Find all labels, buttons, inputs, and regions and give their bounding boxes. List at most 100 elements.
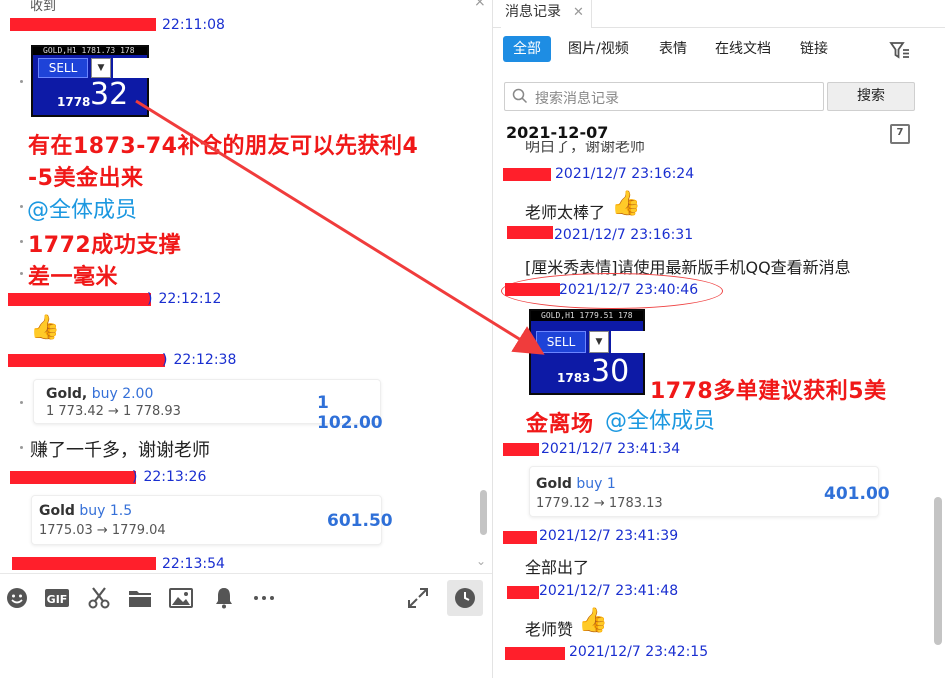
trade-direction: buy 2.00 xyxy=(91,386,154,402)
bell-icon[interactable] xyxy=(211,586,237,612)
message-history-pane: 消息记录 ✕ 全部 图片/视频 表情 在线文档 链接 搜索消息记录 搜索 202… xyxy=(492,0,945,678)
message-timestamp: ) 22:12:12 xyxy=(147,291,222,307)
message-text: 赚了一千多，谢谢老师 xyxy=(30,440,210,461)
tab-bar: 消息记录 ✕ xyxy=(493,0,945,28)
trade-prices: 1775.03 → 1779.04 xyxy=(39,523,166,538)
lot-input xyxy=(611,331,645,353)
price-small: 1783 xyxy=(557,371,591,385)
expand-icon[interactable] xyxy=(405,586,431,612)
message-timestamp: 2021/12/7 23:16:24 xyxy=(555,166,695,182)
trade-card[interactable]: Gold buy 1.5 1775.03 → 1779.04 601.50 xyxy=(31,495,393,545)
tab-links[interactable]: 链接 xyxy=(800,36,828,62)
message-text: 老师赞 xyxy=(525,620,574,639)
price-big: 30 xyxy=(591,354,630,389)
trade-prices: 1 773.42 → 1 778.93 xyxy=(46,404,181,419)
message-timestamp: ) 22:12:38 xyxy=(162,352,237,368)
more-icon[interactable] xyxy=(251,586,277,612)
close-icon[interactable]: × xyxy=(474,0,486,10)
search-icon xyxy=(512,88,528,104)
redacted-sender xyxy=(503,168,551,181)
scrollbar[interactable] xyxy=(934,497,942,645)
redacted-sender xyxy=(8,293,151,306)
bullet xyxy=(20,205,23,208)
redacted-sender xyxy=(505,647,565,660)
trade-prices: 1779.12 → 1783.13 xyxy=(536,496,663,511)
announcement-line: 1778多单建议获利5美 xyxy=(650,379,887,404)
message-timestamp: 2021/12/7 23:41:48 xyxy=(539,583,679,599)
message-timestamp: 22:13:54 xyxy=(162,556,225,572)
clock-icon xyxy=(455,588,475,608)
svg-text:GIF: GIF xyxy=(47,593,68,606)
trade-direction: buy 1 xyxy=(576,476,616,492)
bullet xyxy=(20,80,23,83)
search-placeholder: 搜索消息记录 xyxy=(535,91,619,107)
tab-label: 消息记录 xyxy=(505,4,561,20)
redacted-sender xyxy=(503,443,539,456)
announcement-line: 1772成功支撑 xyxy=(28,233,182,258)
redacted-sender xyxy=(507,226,553,239)
cut-message-text: 明白了，谢谢老师 xyxy=(525,141,646,153)
thumbs-up-icon: 👍 xyxy=(611,189,641,217)
tab-stickers[interactable]: 表情 xyxy=(659,36,687,62)
date-header: 2021-12-07 xyxy=(506,123,609,142)
calendar-icon[interactable]: 7 xyxy=(890,124,910,144)
announcement-line: 有在1873-74补仓的朋友可以先获利4 xyxy=(28,134,419,159)
search-input[interactable]: 搜索消息记录 xyxy=(504,82,824,111)
message-timestamp: 22:11:08 xyxy=(162,17,225,33)
sell-widget-image[interactable]: GOLD,H1 1781.73 178 SELL ▼ 1778 32 xyxy=(31,45,149,117)
chat-toolbar: GIF xyxy=(0,573,492,678)
dropdown-arrow-icon: ▼ xyxy=(589,331,609,353)
scroll-down-icon[interactable]: ⌄ xyxy=(476,554,486,568)
tab-online-docs[interactable]: 在线文档 xyxy=(715,36,771,62)
sell-button: SELL xyxy=(536,331,586,353)
trade-card[interactable]: Gold, buy 2.00 1 773.42 → 1 778.93 1 102… xyxy=(33,379,383,433)
trade-symbol: Gold buy 1 xyxy=(536,476,616,492)
sell-button: SELL xyxy=(38,58,88,78)
gif-icon[interactable]: GIF xyxy=(44,586,70,612)
trade-card[interactable]: Gold buy 1 1779.12 → 1783.13 401.00 xyxy=(529,466,890,517)
search-button[interactable]: 搜索 xyxy=(827,82,915,111)
thumbs-up-icon: 👍 xyxy=(30,313,60,341)
trade-symbol: Gold buy 1.5 xyxy=(39,503,133,519)
message-text: 全部出了 xyxy=(525,558,590,577)
redacted-sender xyxy=(10,18,156,31)
chart-label: GOLD,H1 1779.51 178 xyxy=(531,311,643,321)
trade-profit: 401.00 xyxy=(824,484,890,504)
trade-symbol: Gold, buy 2.00 xyxy=(46,386,154,402)
tab-all[interactable]: 全部 xyxy=(503,36,551,62)
trade-profit: 1 102.00 xyxy=(317,393,383,433)
scrollbar[interactable] xyxy=(480,490,487,535)
chat-pane: 收到 × 22:11:08 GOLD,H1 1781.73 178 SELL ▼… xyxy=(0,0,492,678)
filter-icon[interactable] xyxy=(889,40,911,62)
lot-input xyxy=(113,58,149,78)
bullet xyxy=(20,272,23,275)
message-timestamp: 2021/12/7 23:41:39 xyxy=(539,528,679,544)
close-tab-icon[interactable]: ✕ xyxy=(573,5,584,20)
redacted-sender xyxy=(505,283,560,296)
folder-icon[interactable] xyxy=(127,586,153,612)
cut-message-text: 收到 xyxy=(30,0,57,14)
tab-images-videos[interactable]: 图片/视频 xyxy=(568,36,629,62)
bullet xyxy=(20,446,23,449)
message-timestamp: ) 22:13:26 xyxy=(132,469,207,485)
price-big: 32 xyxy=(90,77,129,112)
announcement-line: 差一毫米 xyxy=(28,265,119,290)
redacted-sender xyxy=(8,354,165,367)
sell-widget-image[interactable]: GOLD,H1 1779.51 178 SELL ▼ 1783 30 xyxy=(529,309,645,395)
redacted-sender xyxy=(12,557,156,570)
message-text: 老师太棒了 xyxy=(525,203,606,222)
mention-all[interactable]: @全体成员 xyxy=(27,192,137,224)
thumbs-up-icon: 👍 xyxy=(578,606,608,634)
redacted-sender xyxy=(10,471,136,484)
message-timestamp: 2021/12/7 23:16:31 xyxy=(554,227,694,243)
emoji-icon[interactable] xyxy=(4,586,30,612)
scissors-icon[interactable] xyxy=(86,586,112,612)
dropdown-arrow-icon: ▼ xyxy=(91,58,111,78)
history-button[interactable] xyxy=(447,580,483,616)
bullet xyxy=(20,240,23,243)
mention-all[interactable]: @全体成员 xyxy=(605,403,715,435)
chart-label: GOLD,H1 1781.73 178 xyxy=(33,47,147,55)
image-icon[interactable] xyxy=(168,586,194,612)
announcement-line: 金离场 xyxy=(526,412,594,437)
filter-tabs: 全部 图片/视频 表情 在线文档 链接 xyxy=(493,36,945,64)
